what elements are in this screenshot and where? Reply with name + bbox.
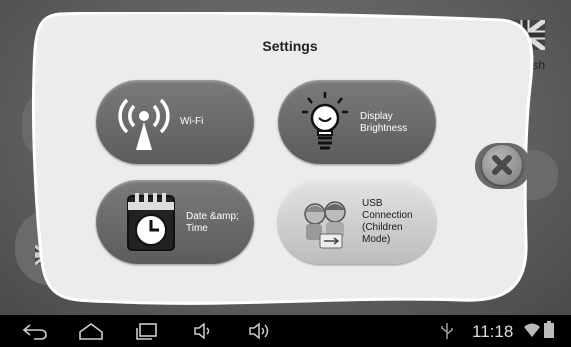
display-brightness-tile[interactable]: Display Brightness bbox=[278, 80, 436, 164]
back-icon[interactable] bbox=[22, 322, 48, 340]
navigation-bar: 11:18 bbox=[0, 315, 571, 347]
wifi-tile[interactable]: Wi-Fi bbox=[96, 80, 254, 164]
volume-up-icon[interactable] bbox=[248, 322, 272, 340]
tile-label: Date &amp; bbox=[186, 211, 239, 222]
tile-label: Display bbox=[360, 111, 393, 122]
tile-label: Wi-Fi bbox=[180, 116, 204, 127]
recent-apps-icon[interactable] bbox=[135, 322, 159, 340]
clock: 11:18 bbox=[472, 322, 514, 341]
close-icon bbox=[492, 155, 512, 175]
lightbulb-icon bbox=[302, 92, 348, 150]
calendar-clock-icon bbox=[127, 193, 175, 251]
tile-label: Time bbox=[186, 223, 208, 234]
tile-label: (Children bbox=[362, 222, 403, 233]
wifi-signal-icon bbox=[524, 323, 540, 337]
dialog-title: Settings bbox=[262, 38, 318, 54]
battery-icon bbox=[544, 321, 554, 338]
date-time-tile[interactable]: Date &amp; Time bbox=[96, 180, 254, 264]
close-button[interactable] bbox=[475, 143, 531, 189]
tile-label: Mode) bbox=[362, 234, 391, 245]
volume-down-icon[interactable] bbox=[193, 322, 215, 340]
close-button-face[interactable] bbox=[482, 145, 522, 185]
home-icon[interactable] bbox=[78, 322, 104, 340]
wifi-icon bbox=[118, 98, 170, 150]
tile-label: USB bbox=[362, 198, 383, 209]
tile-label: Connection bbox=[362, 210, 413, 221]
children-usb-icon bbox=[304, 201, 346, 249]
settings-dialog bbox=[31, 12, 534, 305]
usb-icon bbox=[441, 323, 453, 339]
usb-connection-tile[interactable]: USB Connection (Children Mode) bbox=[278, 180, 436, 264]
tile-label: Brightness bbox=[360, 123, 408, 134]
